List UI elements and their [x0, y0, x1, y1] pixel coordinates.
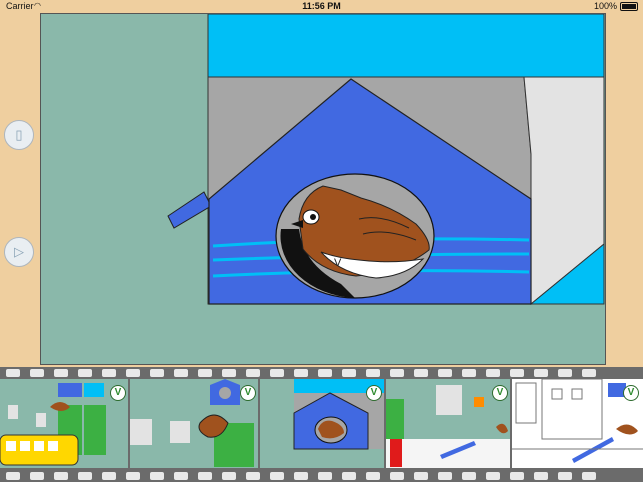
frame-check-icon: V [492, 385, 508, 401]
bird-belly-mark: V [334, 257, 342, 269]
frame-check-icon: V [366, 385, 382, 401]
frame-check-icon: V [623, 385, 639, 401]
drawing-canvas[interactable]: V [40, 13, 606, 365]
status-bar: Carrier ◠ 11:56 PM 100% [0, 0, 643, 14]
play-icon: ▷ [14, 244, 24, 259]
play-button[interactable]: ▷ [4, 237, 34, 267]
clock: 11:56 PM [302, 1, 341, 11]
frame-thumbnail [0, 379, 128, 468]
battery-icon [620, 2, 638, 11]
birdhouse-drawing: V [167, 13, 605, 306]
film-frame[interactable]: V [512, 379, 643, 468]
frame-check-icon: V [110, 385, 126, 401]
film-frame[interactable]: V [260, 379, 384, 468]
film-frame[interactable]: V [0, 379, 128, 468]
film-frame[interactable]: V [130, 379, 258, 468]
battery-percentage: 100% [593, 1, 617, 11]
frame-check-icon: V [240, 385, 256, 401]
film-frame[interactable]: V [386, 379, 510, 468]
page-icon: ▯ [15, 127, 23, 142]
sky-band [207, 13, 605, 78]
frame-thumbnail [130, 379, 258, 468]
filmstrip[interactable]: V V V V V [0, 367, 643, 482]
filmstrip-perforation-top [0, 368, 643, 378]
perch [167, 191, 212, 229]
page-button[interactable]: ▯ [4, 120, 34, 150]
filmstrip-perforation-bottom [0, 471, 643, 481]
